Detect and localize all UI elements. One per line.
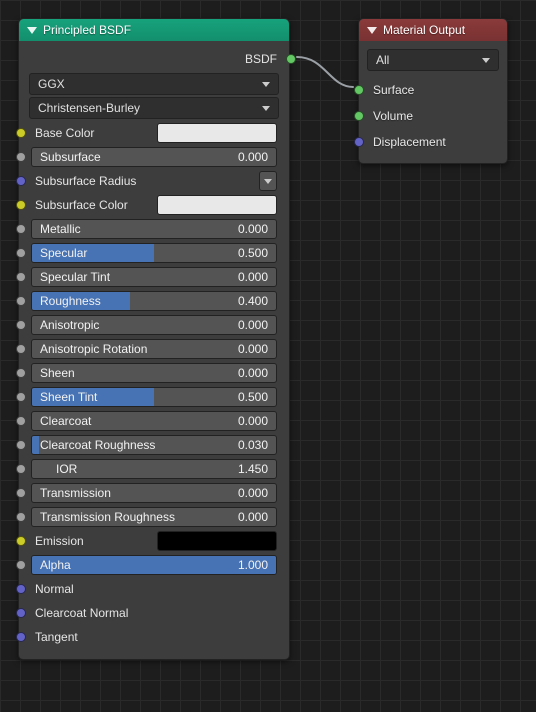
clearcoat-roughness-row: Clearcoat Roughness 0.030	[29, 433, 279, 457]
subsurface-radius-dropdown[interactable]	[259, 171, 277, 191]
anisotropic-rotation-field[interactable]: Anisotropic Rotation 0.000	[31, 339, 277, 359]
metallic-field[interactable]: Metallic 0.000	[31, 219, 277, 239]
bsdf-output-socket[interactable]	[286, 54, 296, 64]
chevron-down-icon	[264, 179, 272, 184]
clearcoat-roughness-field[interactable]: Clearcoat Roughness 0.030	[31, 435, 277, 455]
chevron-down-icon	[262, 106, 270, 111]
transmission-roughness-socket[interactable]	[16, 512, 26, 522]
principled-bsdf-node[interactable]: Principled BSDF BSDF GGX Christensen-Bur…	[18, 18, 290, 660]
normal-row: Normal	[29, 577, 279, 601]
material-output-node[interactable]: Material Output All Surface Volume Displ…	[358, 18, 508, 164]
subsurface-socket[interactable]	[16, 152, 26, 162]
distribution-select[interactable]: GGX	[29, 73, 279, 95]
tangent-row: Tangent	[29, 625, 279, 649]
clearcoat-normal-row: Clearcoat Normal	[29, 601, 279, 625]
roughness-field[interactable]: Roughness 0.400	[31, 291, 277, 311]
volume-socket[interactable]	[354, 111, 364, 121]
tangent-socket[interactable]	[16, 632, 26, 642]
normal-socket[interactable]	[16, 584, 26, 594]
displacement-socket[interactable]	[354, 137, 364, 147]
clearcoat-roughness-socket[interactable]	[16, 440, 26, 450]
clearcoat-socket[interactable]	[16, 416, 26, 426]
collapse-triangle-icon[interactable]	[367, 27, 377, 34]
collapse-triangle-icon[interactable]	[27, 27, 37, 34]
base-color-row: Base Color	[29, 121, 279, 145]
chevron-down-icon	[262, 82, 270, 87]
alpha-row: Alpha 1.000	[29, 553, 279, 577]
sheen-row: Sheen 0.000	[29, 361, 279, 385]
target-select[interactable]: All	[367, 49, 499, 71]
subsurface-radius-row: Subsurface Radius	[29, 169, 279, 193]
anisotropic-socket[interactable]	[16, 320, 26, 330]
specular-tint-socket[interactable]	[16, 272, 26, 282]
specular-tint-field[interactable]: Specular Tint 0.000	[31, 267, 277, 287]
ior-socket[interactable]	[16, 464, 26, 474]
anisotropic-row: Anisotropic 0.000	[29, 313, 279, 337]
transmission-field[interactable]: Transmission 0.000	[31, 483, 277, 503]
sheen-tint-field[interactable]: Sheen Tint 0.500	[31, 387, 277, 407]
specular-socket[interactable]	[16, 248, 26, 258]
transmission-socket[interactable]	[16, 488, 26, 498]
subsurface-radius-socket[interactable]	[16, 176, 26, 186]
sheen-tint-socket[interactable]	[16, 392, 26, 402]
subsurface-row: Subsurface 0.000	[29, 145, 279, 169]
anisotropic-field[interactable]: Anisotropic 0.000	[31, 315, 277, 335]
subsurface-color-swatch[interactable]	[157, 195, 277, 215]
specular-tint-row: Specular Tint 0.000	[29, 265, 279, 289]
node-title: Principled BSDF	[43, 23, 131, 37]
node-title: Material Output	[383, 23, 465, 37]
node-header[interactable]: Material Output	[359, 19, 507, 41]
roughness-row: Roughness 0.400	[29, 289, 279, 313]
clearcoat-field[interactable]: Clearcoat 0.000	[31, 411, 277, 431]
emission-socket[interactable]	[16, 536, 26, 546]
subsurface-color-row: Subsurface Color	[29, 193, 279, 217]
chevron-down-icon	[482, 58, 490, 63]
surface-input-row: Surface	[365, 77, 501, 103]
alpha-socket[interactable]	[16, 560, 26, 570]
anisotropic-rotation-socket[interactable]	[16, 344, 26, 354]
ior-field[interactable]: IOR 1.450	[31, 459, 277, 479]
node-header[interactable]: Principled BSDF	[19, 19, 289, 41]
metallic-row: Metallic 0.000	[29, 217, 279, 241]
sheen-socket[interactable]	[16, 368, 26, 378]
base-color-socket[interactable]	[16, 128, 26, 138]
displacement-input-row: Displacement	[365, 129, 501, 155]
metallic-socket[interactable]	[16, 224, 26, 234]
emission-swatch[interactable]	[157, 531, 277, 551]
roughness-socket[interactable]	[16, 296, 26, 306]
subsurface-method-select[interactable]: Christensen-Burley	[29, 97, 279, 119]
surface-socket[interactable]	[354, 85, 364, 95]
sheen-field[interactable]: Sheen 0.000	[31, 363, 277, 383]
anisotropic-rotation-row: Anisotropic Rotation 0.000	[29, 337, 279, 361]
clearcoat-row: Clearcoat 0.000	[29, 409, 279, 433]
ior-row: IOR 1.450	[29, 457, 279, 481]
transmission-roughness-row: Transmission Roughness 0.000	[29, 505, 279, 529]
transmission-row: Transmission 0.000	[29, 481, 279, 505]
specular-row: Specular 0.500	[29, 241, 279, 265]
specular-field[interactable]: Specular 0.500	[31, 243, 277, 263]
alpha-field[interactable]: Alpha 1.000	[31, 555, 277, 575]
clearcoat-normal-socket[interactable]	[16, 608, 26, 618]
output-bsdf: BSDF	[25, 47, 283, 71]
sheen-tint-row: Sheen Tint 0.500	[29, 385, 279, 409]
subsurface-field[interactable]: Subsurface 0.000	[31, 147, 277, 167]
base-color-swatch[interactable]	[157, 123, 277, 143]
transmission-roughness-field[interactable]: Transmission Roughness 0.000	[31, 507, 277, 527]
emission-row: Emission	[29, 529, 279, 553]
subsurface-color-socket[interactable]	[16, 200, 26, 210]
volume-input-row: Volume	[365, 103, 501, 129]
